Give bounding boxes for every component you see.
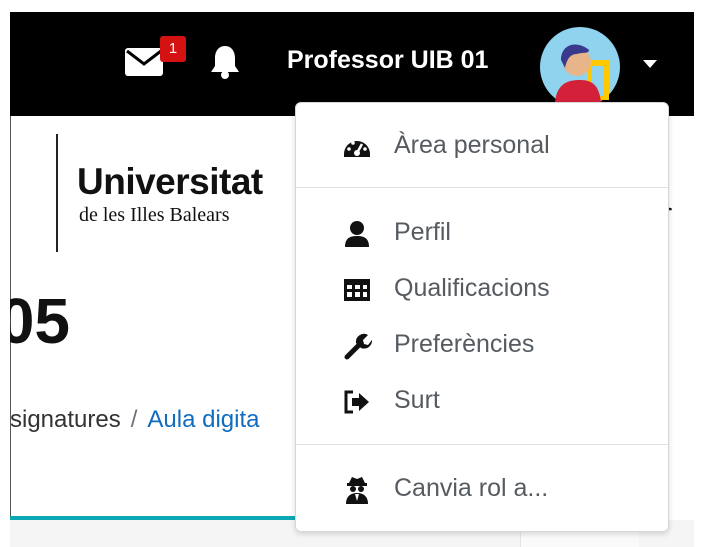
menu-item-qualificacions[interactable]: Qualificacions [296,263,668,315]
logo-separator [56,134,58,252]
menu-item-area-personal[interactable]: Àrea personal [296,120,668,172]
menu-item-label: Preferències [394,330,535,358]
menu-item-label: Surt [394,386,440,414]
breadcrumb-link[interactable]: Aula digita [147,406,259,433]
menu-item-label: Perfil [394,218,451,246]
menu-divider [296,187,668,188]
chevron-down-icon[interactable] [643,60,657,68]
messages-count-badge: 1 [160,36,186,62]
breadcrumb-separator: / [130,406,138,433]
menu-item-canvia-rol[interactable]: Canvia rol a... [296,463,668,515]
menu-divider [296,444,668,445]
menu-item-perfil[interactable]: Perfil [296,207,668,259]
menu-item-label: Qualificacions [394,274,550,302]
breadcrumb: signatures / Aula digita [10,406,300,440]
page-title: 05 [10,285,70,357]
avatar[interactable] [537,24,623,110]
breadcrumb-item[interactable]: signatures [10,406,121,433]
user-name[interactable]: Professor UIB 01 [287,46,488,75]
wrench-icon [344,333,372,360]
logo-title: Universitat [77,161,263,202]
sign-out-icon [344,390,369,414]
table-icon [344,279,370,301]
menu-item-surt[interactable]: Surt [296,375,668,427]
user-icon [345,221,369,247]
envelope-icon[interactable] [125,48,163,76]
logo-subtitle: de les Illes Balears [79,204,230,226]
menu-item-label: Àrea personal [394,131,550,159]
dashboard-icon [344,141,370,157]
menu-item-preferencies[interactable]: Preferències [296,319,668,371]
user-secret-icon [346,477,368,504]
menu-item-label: Canvia rol a... [394,474,549,502]
user-menu-dropdown: Àrea personal Perfil Qualificacions Pref… [295,102,669,532]
bell-icon[interactable] [207,44,243,80]
